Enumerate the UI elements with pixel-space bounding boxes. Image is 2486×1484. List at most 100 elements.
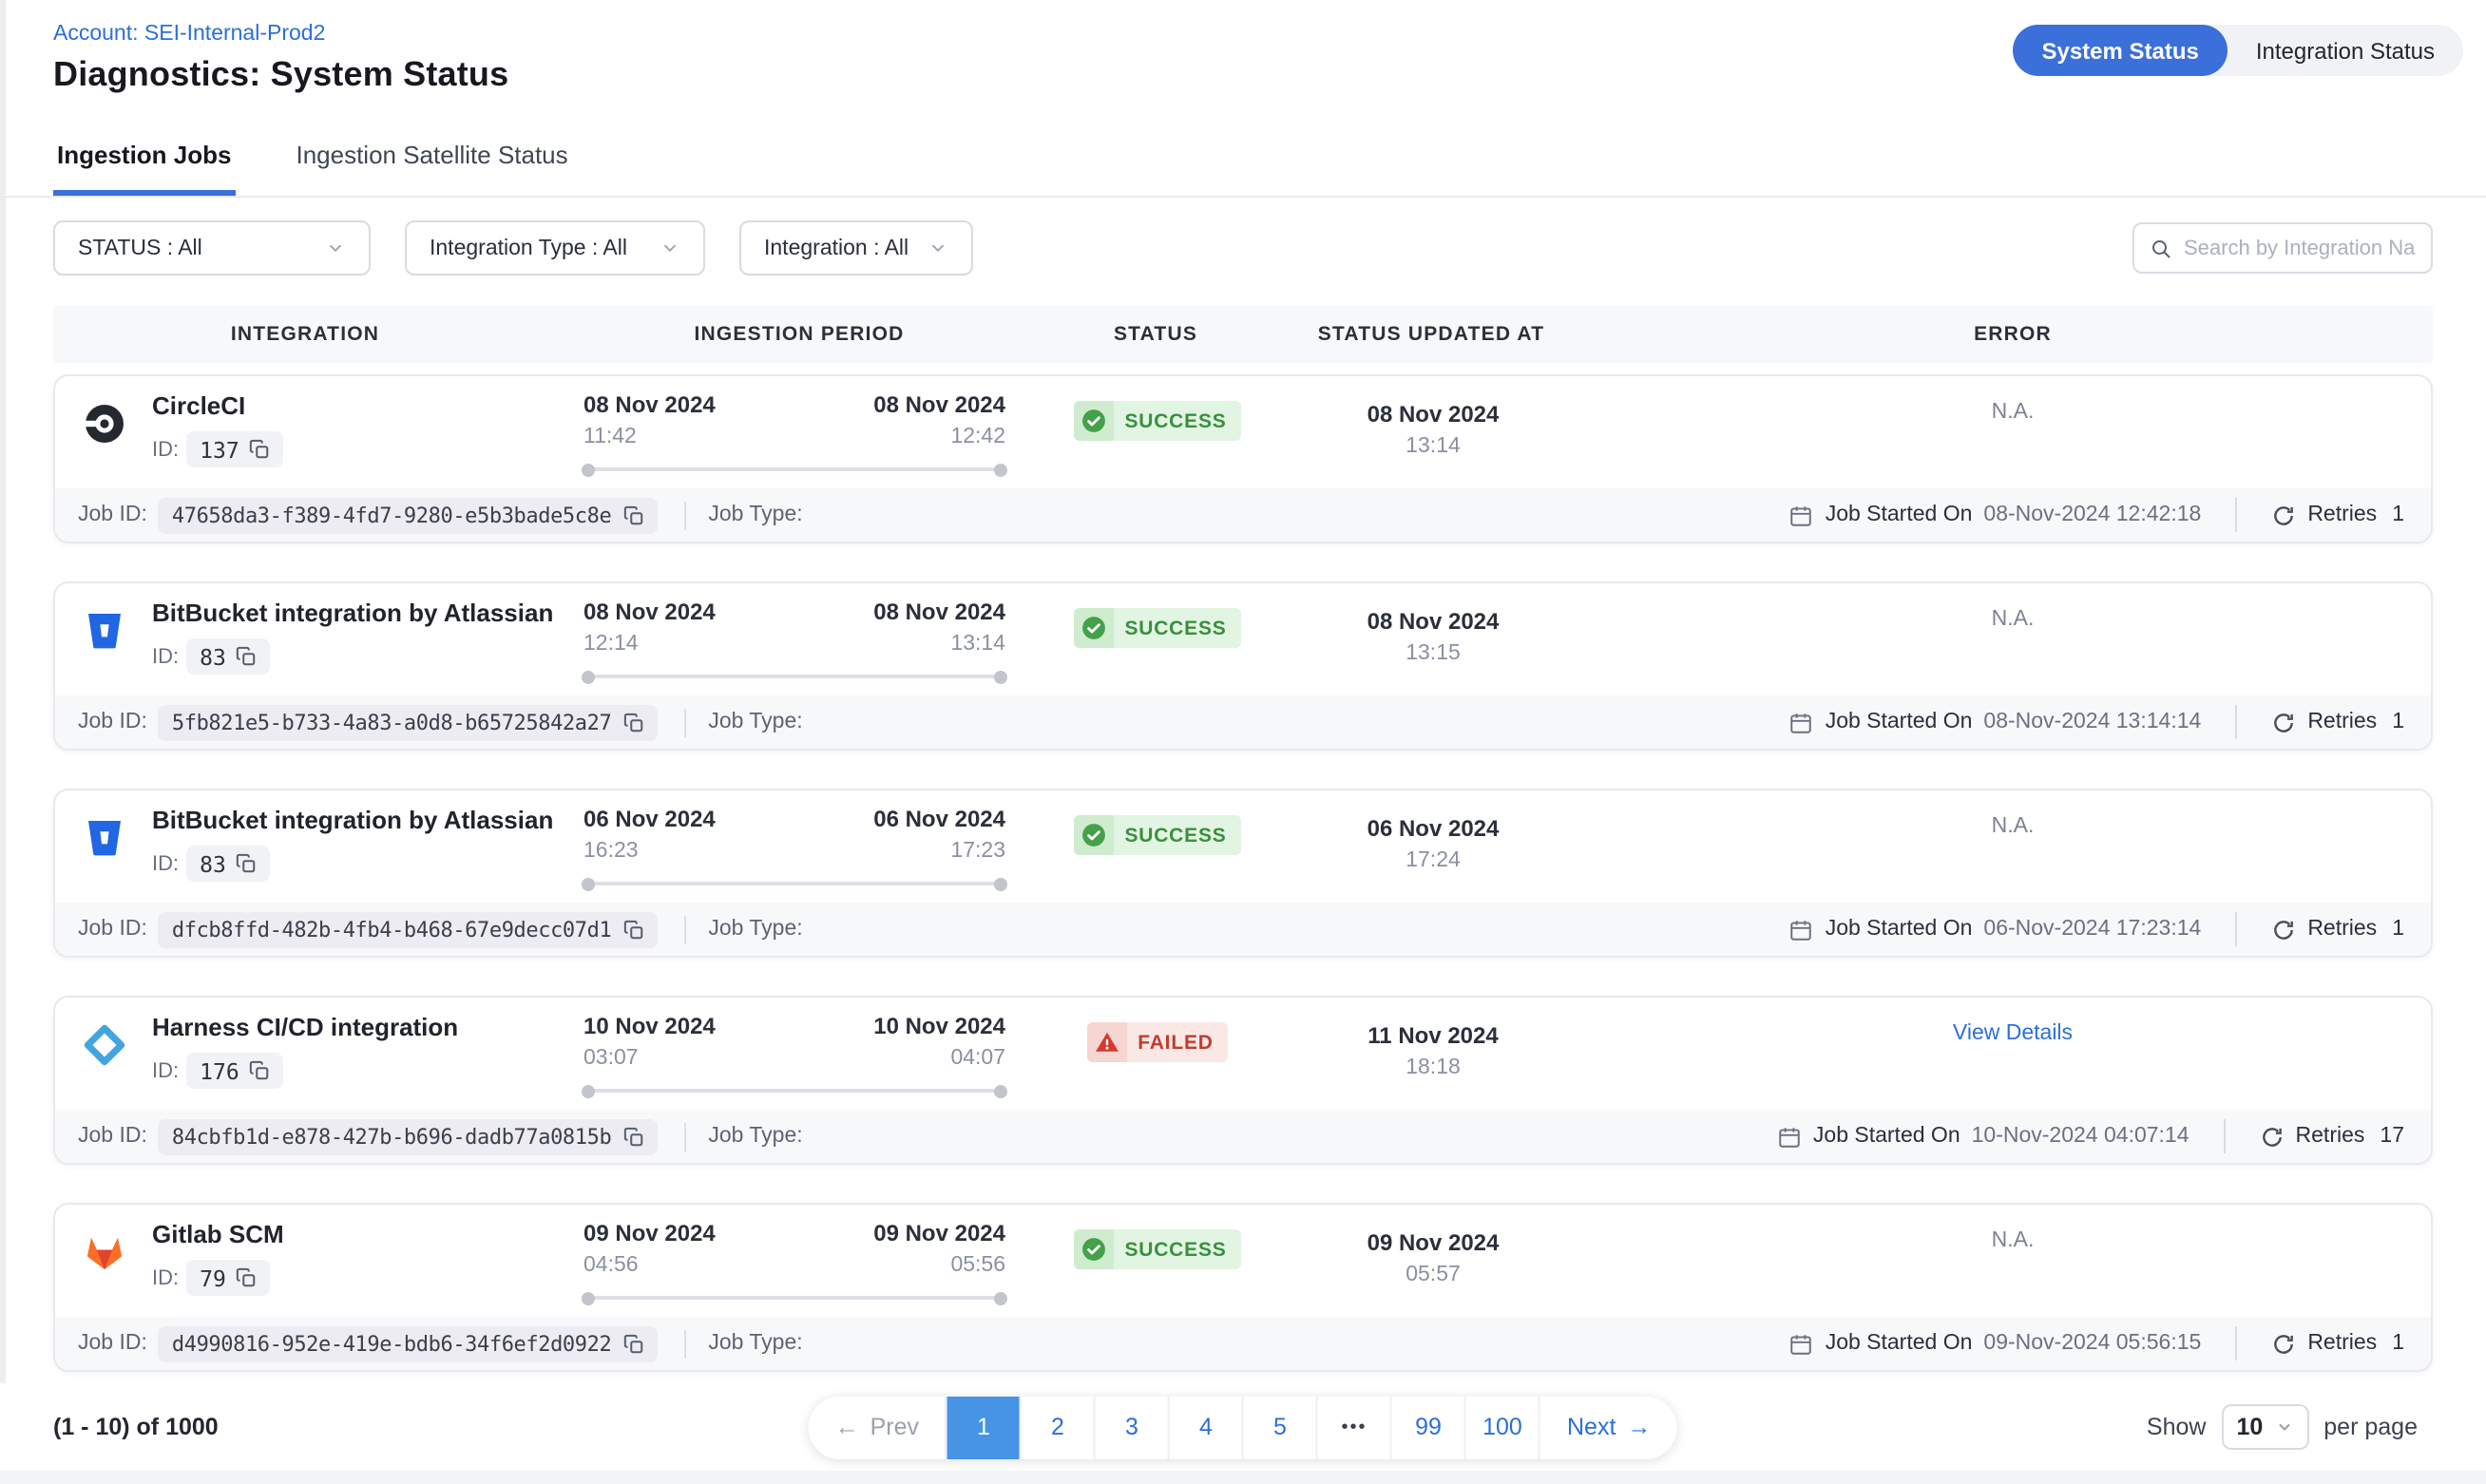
period-range-slider[interactable] (583, 1089, 1005, 1093)
job-id-pill: 47658da3-f389-4fd7-9280-e5b3bade5c8e (159, 497, 657, 533)
period-start-date: 10 Nov 2024 (583, 1013, 716, 1041)
diagnostics-page: Account: SEI-Internal-Prod2 Diagnostics:… (0, 0, 2486, 1484)
integration-id-value: 176 (200, 1057, 239, 1084)
status-updated-date: 06 Nov 2024 (1272, 815, 1595, 844)
bitbucket-icon (82, 608, 127, 654)
period-range-slider[interactable] (583, 467, 1005, 471)
period-end-date: 10 Nov 2024 (873, 1013, 1005, 1041)
integration-filter-dropdown[interactable]: Integration : All (739, 220, 973, 276)
slider-start-handle[interactable] (582, 1084, 595, 1097)
toggle-system-status[interactable]: System Status (2013, 25, 2227, 76)
period-range-slider[interactable] (583, 1296, 1005, 1300)
integration-id-pill: 79 (186, 1260, 270, 1296)
slider-end-handle[interactable] (994, 1291, 1007, 1304)
integration-name: BitBucket integration by Atlassian (152, 806, 553, 836)
copy-icon[interactable] (249, 439, 270, 460)
page-button-3[interactable]: 3 (1094, 1396, 1168, 1458)
tab-ingestion-jobs[interactable]: Ingestion Jobs (53, 116, 235, 196)
divider (683, 501, 685, 529)
integration-name: BitBucket integration by Atlassian (152, 599, 553, 629)
divider (2224, 1119, 2226, 1153)
search-input[interactable] (2184, 237, 2416, 259)
job-id-value: dfcb8ffd-482b-4fb4-b468-67e9decc07d1 (172, 917, 611, 942)
status-updated-time: 17:24 (1272, 849, 1595, 872)
integration-name: Gitlab SCM (152, 1220, 284, 1250)
page-button-100[interactable]: 100 (1464, 1396, 1539, 1458)
ingestion-jobs-list: CircleCI ID: 137 08 Nov 2024 11:42 (53, 374, 2433, 1484)
success-check-icon (1073, 401, 1113, 441)
copy-icon[interactable] (622, 1126, 643, 1147)
circleci-icon (82, 401, 127, 447)
copy-icon[interactable] (622, 1333, 643, 1354)
slider-start-handle[interactable] (582, 1291, 595, 1304)
harness-icon (82, 1022, 127, 1068)
page-button-99[interactable]: 99 (1390, 1396, 1464, 1458)
period-end-date: 08 Nov 2024 (873, 391, 1005, 420)
ingestion-job-row: BitBucket integration by Atlassian ID: 8… (53, 581, 2433, 751)
column-integration: INTEGRATION (53, 323, 557, 346)
copy-icon[interactable] (236, 1267, 257, 1288)
tab-ingestion-satellite-status[interactable]: Ingestion Satellite Status (292, 116, 571, 196)
copy-icon[interactable] (236, 646, 257, 667)
job-id-label: Job ID: (78, 1332, 147, 1355)
status-badge: SUCCESS (1073, 1229, 1241, 1269)
page-button-4[interactable]: 4 (1168, 1396, 1242, 1458)
period-range-slider[interactable] (583, 675, 1005, 678)
slider-end-handle[interactable] (994, 670, 1007, 683)
job-started-value: 08-Nov-2024 13:14:14 (1983, 711, 2201, 733)
bottom-edge (0, 1471, 2486, 1484)
prev-page-button[interactable]: ← Prev (809, 1396, 946, 1458)
job-type-label: Job Type: (708, 918, 802, 941)
job-started-value: 08-Nov-2024 12:42:18 (1983, 504, 2201, 526)
calendar-icon (1789, 1331, 1814, 1356)
page-button-2[interactable]: 2 (1020, 1396, 1094, 1458)
calendar-icon (1777, 1124, 1802, 1149)
slider-end-handle[interactable] (994, 877, 1007, 890)
job-id-value: 47658da3-f389-4fd7-9280-e5b3bade5c8e (172, 503, 611, 527)
period-end-date: 06 Nov 2024 (873, 806, 1005, 834)
failed-warning-icon (1086, 1022, 1126, 1062)
page-size-select[interactable]: 10 (2221, 1404, 2308, 1450)
error-value: N.A. (1992, 401, 2035, 424)
page-button-1[interactable]: 1 (946, 1396, 1020, 1458)
per-page-label: per page (2323, 1414, 2418, 1440)
toggle-integration-status[interactable]: Integration Status (2228, 25, 2463, 76)
copy-icon[interactable] (622, 919, 643, 940)
status-text: SUCCESS (1113, 608, 1241, 648)
status-text: FAILED (1126, 1022, 1229, 1062)
integration-name: Harness CI/CD integration (152, 1013, 458, 1043)
slider-end-handle[interactable] (994, 1084, 1007, 1097)
retries-label: Retries (2296, 1125, 2365, 1148)
account-breadcrumb-link[interactable]: Account: SEI-Internal-Prod2 (53, 21, 325, 49)
id-label: ID: (152, 1266, 179, 1289)
bitbucket-icon (82, 815, 127, 861)
slider-start-handle[interactable] (582, 670, 595, 683)
job-id-label: Job ID: (78, 504, 147, 526)
column-status: STATUS (1042, 323, 1270, 346)
job-id-value: d4990816-952e-419e-bdb6-34f6ef2d0922 (172, 1331, 611, 1356)
slider-start-handle[interactable] (582, 463, 595, 476)
job-started-label: Job Started On (1826, 711, 1973, 733)
integration-type-filter-dropdown[interactable]: Integration Type : All (405, 220, 705, 276)
copy-icon[interactable] (236, 853, 257, 874)
slider-end-handle[interactable] (994, 463, 1007, 476)
view-details-link[interactable]: View Details (1953, 1022, 2073, 1045)
copy-icon[interactable] (249, 1060, 270, 1081)
status-badge: SUCCESS (1073, 401, 1241, 441)
period-range-slider[interactable] (583, 882, 1005, 885)
page-button-5[interactable]: 5 (1242, 1396, 1316, 1458)
show-label: Show (2147, 1414, 2207, 1440)
integration-logo (82, 1229, 127, 1275)
slider-start-handle[interactable] (582, 877, 595, 890)
ingestion-job-row: BitBucket integration by Atlassian ID: 8… (53, 789, 2433, 958)
period-start-time: 12:14 (583, 633, 716, 656)
divider (683, 1122, 685, 1151)
job-id-label: Job ID: (78, 1125, 147, 1148)
copy-icon[interactable] (622, 712, 643, 732)
next-page-button[interactable]: Next → (1539, 1396, 1677, 1458)
status-updated-date: 08 Nov 2024 (1272, 401, 1595, 429)
status-badge: SUCCESS (1073, 608, 1241, 648)
page-header: Account: SEI-Internal-Prod2 Diagnostics:… (0, 0, 2486, 108)
status-filter-dropdown[interactable]: STATUS : All (53, 220, 371, 276)
copy-icon[interactable] (622, 504, 643, 525)
